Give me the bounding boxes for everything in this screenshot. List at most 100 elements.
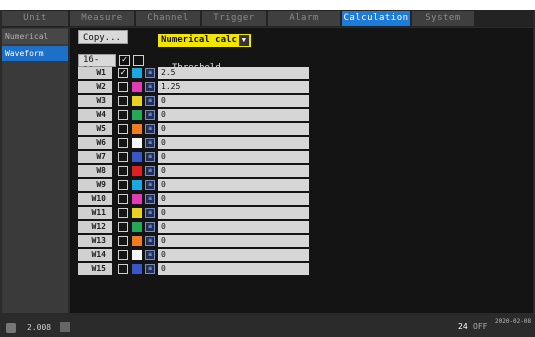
threshold-input[interactable]: 0 (158, 249, 309, 261)
threshold-input[interactable]: 2.5 (158, 67, 309, 79)
range-toggle-button[interactable]: 16-30> (78, 54, 116, 76)
row-enable-checkbox[interactable]: ✓ (118, 68, 128, 78)
threshold-input[interactable]: 0 (158, 109, 309, 121)
color-header-checkbox[interactable] (133, 55, 144, 66)
tab-measure[interactable]: Measure (70, 11, 134, 26)
row-label: W11 (78, 207, 112, 219)
row-enable-checkbox[interactable] (118, 138, 128, 148)
row-label: W1 (78, 67, 112, 79)
row-enable-checkbox[interactable] (118, 96, 128, 106)
row-enable-checkbox[interactable] (118, 222, 128, 232)
calc-settings-icon[interactable]: ≡ (145, 68, 155, 78)
row-color-swatch[interactable] (132, 166, 142, 176)
threshold-input[interactable]: 0 (158, 179, 309, 191)
row-color-swatch[interactable] (132, 194, 142, 204)
row-enable-checkbox[interactable] (118, 166, 128, 176)
calc-settings-icon[interactable]: ≡ (145, 264, 155, 274)
row-enable-checkbox[interactable] (118, 124, 128, 134)
calc-settings-icon[interactable]: ≡ (145, 208, 155, 218)
row-color-swatch[interactable] (132, 110, 142, 120)
threshold-input[interactable]: 0 (158, 95, 309, 107)
chevron-down-icon: ▼ (238, 35, 249, 46)
calc-mode-select[interactable]: Numerical calc ▼ (158, 34, 251, 47)
row-color-swatch[interactable] (132, 250, 142, 260)
waveform-row-13: W13 ≡ 0 (78, 235, 309, 249)
tab-channel[interactable]: Channel (136, 11, 200, 26)
calc-settings-icon[interactable]: ≡ (145, 236, 155, 246)
row-label: W15 (78, 263, 112, 275)
waveform-row-1: W1 ✓ ≡ 2.5 (78, 67, 309, 81)
calc-settings-icon[interactable]: ≡ (145, 96, 155, 106)
row-enable-checkbox[interactable] (118, 208, 128, 218)
waveform-row-8: W8 ≡ 0 (78, 165, 309, 179)
storage-icon (6, 323, 16, 333)
row-label: W14 (78, 249, 112, 261)
status-left-value: 2.008 (27, 323, 52, 332)
calc-settings-icon[interactable]: ≡ (145, 82, 155, 92)
calc-settings-icon[interactable]: ≡ (145, 138, 155, 148)
row-color-swatch[interactable] (132, 222, 142, 232)
threshold-input[interactable]: 0 (158, 193, 309, 205)
waveform-row-5: W5 ≡ 0 (78, 123, 309, 137)
waveform-row-12: W12 ≡ 0 (78, 221, 309, 235)
row-color-swatch[interactable] (132, 208, 142, 218)
row-color-swatch[interactable] (132, 236, 142, 246)
threshold-input[interactable]: 1.25 (158, 81, 309, 93)
row-enable-checkbox[interactable] (118, 194, 128, 204)
calc-settings-icon[interactable]: ≡ (145, 180, 155, 190)
tab-calculation[interactable]: Calculation (342, 11, 410, 26)
threshold-input[interactable]: 0 (158, 123, 309, 135)
waveform-row-10: W10 ≡ 0 (78, 193, 309, 207)
calc-mode-value: Numerical calc (161, 35, 237, 45)
waveform-row-11: W11 ≡ 0 (78, 207, 309, 221)
row-enable-checkbox[interactable] (118, 250, 128, 260)
calc-settings-icon[interactable]: ≡ (145, 166, 155, 176)
row-color-swatch[interactable] (132, 264, 142, 274)
tab-alarm[interactable]: Alarm (268, 11, 340, 26)
threshold-input[interactable]: 0 (158, 221, 309, 233)
status-date: 2020-02-08 (495, 318, 532, 325)
threshold-input[interactable]: 0 (158, 151, 309, 163)
row-label: W13 (78, 235, 112, 247)
tab-unit[interactable]: Unit (2, 11, 68, 26)
sidebar-item-waveform[interactable]: Waveform (2, 46, 68, 61)
calc-settings-icon[interactable]: ≡ (145, 152, 155, 162)
row-color-swatch[interactable] (132, 82, 142, 92)
row-label: W12 (78, 221, 112, 233)
row-enable-checkbox[interactable] (118, 264, 128, 274)
threshold-input[interactable]: 0 (158, 165, 309, 177)
sidebar: Numerical Waveform (2, 28, 68, 313)
threshold-input[interactable]: 0 (158, 235, 309, 247)
tab-trigger[interactable]: Trigger (202, 11, 266, 26)
row-enable-checkbox[interactable] (118, 82, 128, 92)
copy-button[interactable]: Copy... (78, 30, 128, 44)
calc-settings-icon[interactable]: ≡ (145, 124, 155, 134)
sidebar-item-numerical[interactable]: Numerical (2, 29, 68, 44)
row-enable-checkbox[interactable] (118, 180, 128, 190)
row-enable-checkbox[interactable] (118, 236, 128, 246)
calc-settings-icon[interactable]: ≡ (145, 194, 155, 204)
threshold-input[interactable]: 0 (158, 207, 309, 219)
row-color-swatch[interactable] (132, 152, 142, 162)
calc-settings-icon[interactable]: ≡ (145, 222, 155, 232)
threshold-input[interactable]: 0 (158, 263, 309, 275)
threshold-input[interactable]: 0 (158, 137, 309, 149)
row-enable-checkbox[interactable] (118, 152, 128, 162)
tab-system[interactable]: System (412, 11, 474, 26)
row-color-swatch[interactable] (132, 180, 142, 190)
row-label: W9 (78, 179, 112, 191)
row-enable-checkbox[interactable] (118, 110, 128, 120)
waveform-row-14: W14 ≡ 0 (78, 249, 309, 263)
row-color-swatch[interactable] (132, 138, 142, 148)
calc-settings-icon[interactable]: ≡ (145, 250, 155, 260)
printer-icon (60, 322, 70, 332)
select-all-checkbox[interactable]: ✓ (119, 55, 130, 66)
waveform-row-3: W3 ≡ 0 (78, 95, 309, 109)
row-color-swatch[interactable] (132, 68, 142, 78)
row-color-swatch[interactable] (132, 96, 142, 106)
status-bar: 2.008 24 OFF 2020-02-08 (0, 315, 535, 337)
row-label: W8 (78, 165, 112, 177)
row-color-swatch[interactable] (132, 124, 142, 134)
waveform-row-4: W4 ≡ 0 (78, 109, 309, 123)
calc-settings-icon[interactable]: ≡ (145, 110, 155, 120)
